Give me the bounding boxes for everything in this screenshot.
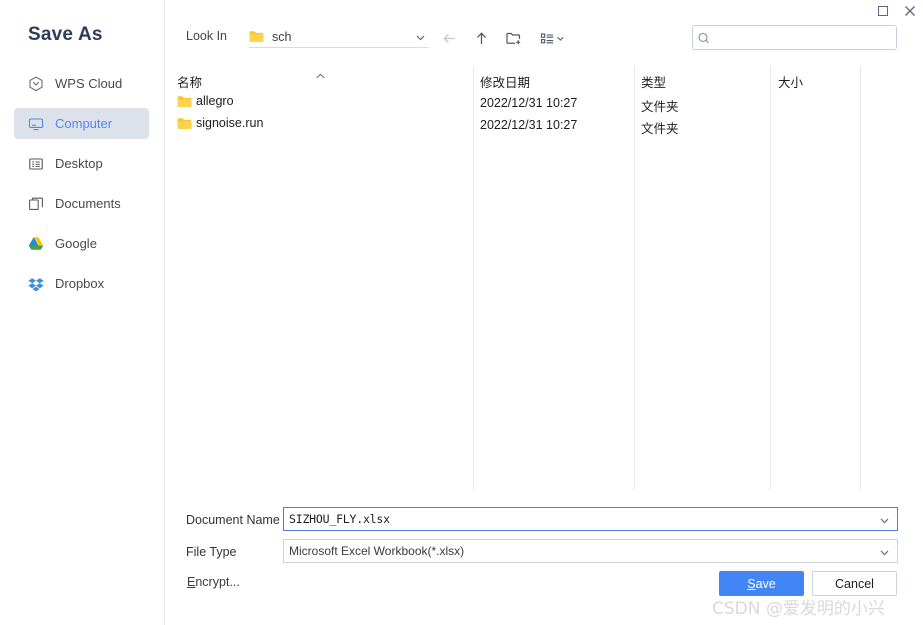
encrypt-link[interactable]: Encrypt... xyxy=(187,575,240,589)
chevron-down-icon[interactable] xyxy=(879,545,890,563)
file-modified: 2022/12/31 10:27 xyxy=(480,118,578,132)
sidebar: Save As WPS Cloud Computer Desktop Docum… xyxy=(0,0,165,625)
documents-icon xyxy=(27,195,44,212)
watermark: CSDN @爱发明的小兴 xyxy=(712,599,885,619)
chevron-down-icon[interactable] xyxy=(879,513,890,531)
up-button[interactable] xyxy=(470,27,492,49)
dropbox-icon xyxy=(27,275,44,292)
back-button[interactable] xyxy=(438,27,460,49)
table-row[interactable]: signoise.run 2022/12/31 10:27 文件夹 xyxy=(172,116,894,138)
folder-icon xyxy=(177,117,192,129)
cancel-label: Cancel xyxy=(835,576,874,591)
look-in-dropdown[interactable]: sch xyxy=(249,26,429,48)
chevron-up-icon xyxy=(315,68,326,86)
close-button[interactable] xyxy=(900,2,920,20)
file-type-select[interactable]: Microsoft Excel Workbook(*.xlsx) xyxy=(283,539,898,563)
look-in-value: sch xyxy=(272,29,292,44)
column-header-name[interactable]: 名称 xyxy=(177,72,202,91)
search-input[interactable] xyxy=(715,30,885,45)
sidebar-item-desktop[interactable]: Desktop xyxy=(14,148,149,179)
column-header-size[interactable]: 大小 xyxy=(778,72,803,91)
sidebar-item-computer[interactable]: Computer xyxy=(14,108,149,139)
file-list: 名称 修改日期 类型 大小 allegro 2022/12/31 10:27 文… xyxy=(172,66,894,490)
file-type-label: File Type xyxy=(186,545,237,559)
close-icon xyxy=(905,6,915,16)
file-type: 文件夹 xyxy=(641,122,679,136)
save-button[interactable]: Save xyxy=(719,571,804,596)
file-name: signoise.run xyxy=(196,116,264,130)
sidebar-item-wps-cloud[interactable]: WPS Cloud xyxy=(14,68,149,99)
arrow-left-icon xyxy=(442,33,455,43)
encrypt-label: ncrypt... xyxy=(195,575,240,589)
sidebar-item-label: Computer xyxy=(55,116,113,131)
save-mnemonic: S xyxy=(747,576,756,591)
monitor-icon xyxy=(27,115,44,132)
folder-icon xyxy=(249,31,264,42)
list-view-icon xyxy=(540,32,564,43)
sidebar-item-label: Google xyxy=(55,236,97,251)
document-name-input[interactable]: SIZHOU_FLY.xlsx xyxy=(283,507,898,531)
cancel-button[interactable]: Cancel xyxy=(812,571,897,596)
sidebar-nav: WPS Cloud Computer Desktop Documents Goo… xyxy=(14,68,149,308)
save-label: ave xyxy=(755,576,776,591)
table-row[interactable]: allegro 2022/12/31 10:27 文件夹 xyxy=(172,94,894,116)
square-icon xyxy=(878,6,888,16)
file-type-value: Microsoft Excel Workbook(*.xlsx) xyxy=(289,544,465,558)
desktop-icon xyxy=(27,155,44,172)
document-name-label: Document Name xyxy=(186,513,280,527)
cloud-icon xyxy=(27,75,44,92)
file-type: 文件夹 xyxy=(641,100,679,114)
sidebar-item-label: Dropbox xyxy=(55,276,105,291)
google-drive-icon xyxy=(27,235,44,252)
column-header-modified[interactable]: 修改日期 xyxy=(480,72,530,91)
new-folder-button[interactable] xyxy=(503,27,525,49)
sidebar-item-label: Documents xyxy=(55,196,121,211)
maximize-button[interactable] xyxy=(873,2,893,20)
sidebar-item-label: WPS Cloud xyxy=(55,76,123,91)
file-name: allegro xyxy=(196,94,234,108)
view-options-button[interactable] xyxy=(538,27,570,49)
folder-icon xyxy=(177,95,192,107)
sidebar-item-google[interactable]: Google xyxy=(14,228,149,259)
search-box[interactable] xyxy=(692,25,897,50)
page-title: Save As xyxy=(28,24,103,45)
sidebar-item-documents[interactable]: Documents xyxy=(14,188,149,219)
column-header-type[interactable]: 类型 xyxy=(641,72,666,91)
save-as-dialog: Save As WPS Cloud Computer Desktop Docum… xyxy=(0,0,923,625)
search-icon xyxy=(698,32,709,43)
chevron-down-icon xyxy=(415,30,426,48)
document-name-value: SIZHOU_FLY.xlsx xyxy=(289,512,390,526)
sidebar-item-label: Desktop xyxy=(55,156,103,171)
look-in-label: Look In xyxy=(186,29,228,43)
file-modified: 2022/12/31 10:27 xyxy=(480,96,578,110)
new-folder-icon xyxy=(506,32,521,44)
sidebar-item-dropbox[interactable]: Dropbox xyxy=(14,268,149,299)
arrow-up-icon xyxy=(476,31,486,44)
